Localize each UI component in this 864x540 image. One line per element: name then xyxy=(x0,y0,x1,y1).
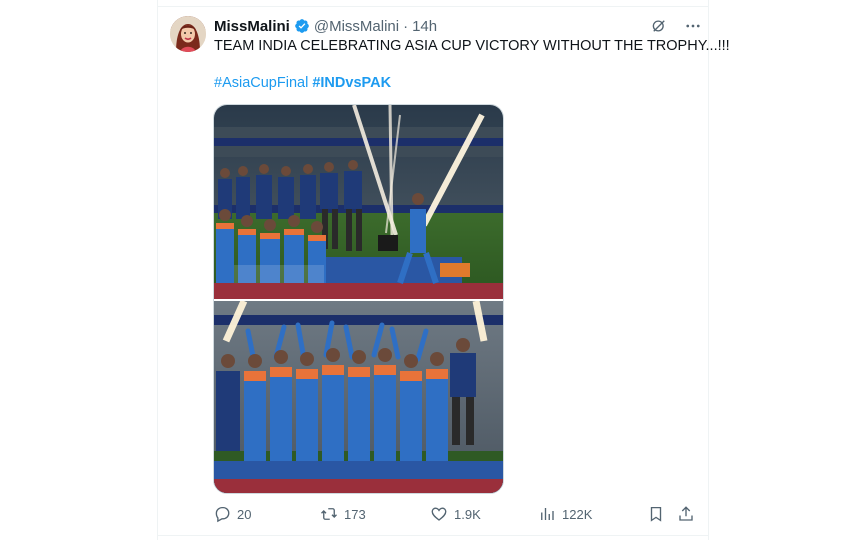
analytics-icon xyxy=(538,505,556,523)
author-handle[interactable]: @MissMalini xyxy=(314,18,399,35)
like-button[interactable]: 1.9K xyxy=(430,505,481,523)
author-name[interactable]: MissMalini xyxy=(214,18,290,35)
divider xyxy=(157,6,709,7)
grok-icon[interactable] xyxy=(650,17,668,35)
reply-count: 20 xyxy=(237,506,252,522)
media-grid xyxy=(213,104,504,494)
timestamp[interactable]: 14h xyxy=(412,18,437,35)
heart-icon xyxy=(430,505,448,523)
divider xyxy=(708,0,709,540)
more-icon[interactable] xyxy=(684,17,702,35)
share-icon xyxy=(677,505,695,523)
reply-icon xyxy=(213,505,231,523)
hashtag-link[interactable]: #INDvsPAK xyxy=(312,75,391,91)
photo-team-celebration[interactable] xyxy=(214,301,503,493)
share-button[interactable] xyxy=(677,505,695,523)
views-button[interactable]: 122K xyxy=(538,505,592,523)
action-bar: 20 173 1.9K 122K xyxy=(213,505,693,525)
like-count: 1.9K xyxy=(454,506,481,522)
hashtag-link[interactable]: #AsiaCupFinal xyxy=(214,75,308,91)
hashtag-line: #AsiaCupFinal #INDvsPAK xyxy=(214,75,391,91)
retweet-count: 173 xyxy=(344,506,366,522)
tweet-header: MissMalini @MissMalini · 14h xyxy=(214,17,437,35)
photo-team-podium[interactable] xyxy=(214,105,503,299)
bookmark-button[interactable] xyxy=(647,505,665,523)
tweet-text: TEAM INDIA CELEBRATING ASIA CUP VICTORY … xyxy=(214,38,730,54)
retweet-icon xyxy=(320,505,338,523)
separator-dot: · xyxy=(403,17,409,35)
reply-button[interactable]: 20 xyxy=(213,505,251,523)
retweet-button[interactable]: 173 xyxy=(320,505,366,523)
bookmark-icon xyxy=(647,505,665,523)
divider xyxy=(157,0,158,540)
verified-badge-icon xyxy=(294,18,310,34)
divider xyxy=(157,535,709,536)
header-actions xyxy=(650,17,702,35)
avatar[interactable] xyxy=(170,16,206,52)
view-count: 122K xyxy=(562,506,593,522)
